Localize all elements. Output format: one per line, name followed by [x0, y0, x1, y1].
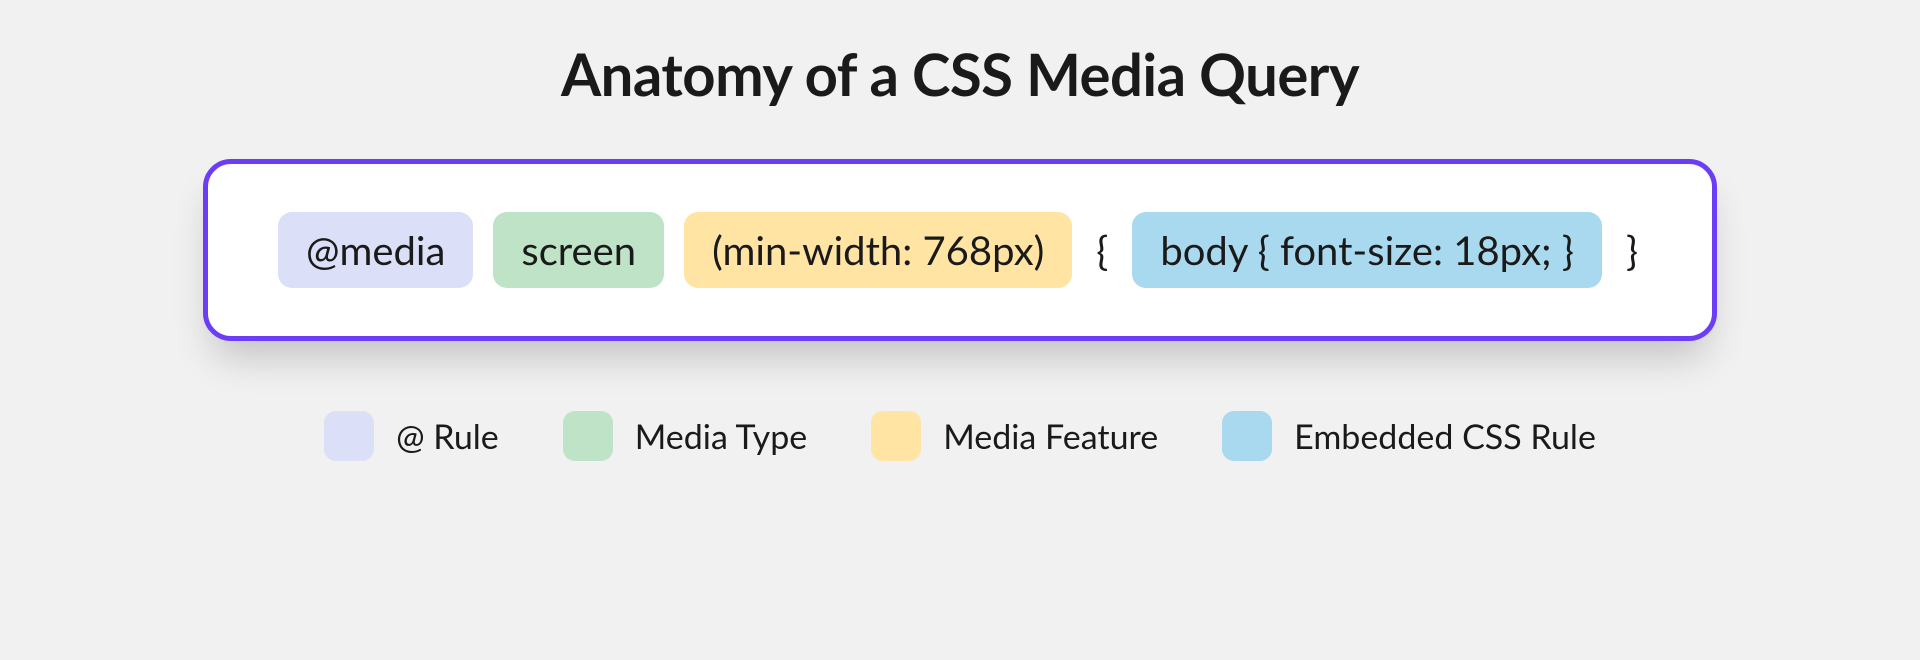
swatch-at-rule — [324, 411, 374, 461]
legend-label-media-feature: Media Feature — [943, 416, 1158, 457]
swatch-media-type — [563, 411, 613, 461]
legend: @ Rule Media Type Media Feature Embedded… — [324, 411, 1596, 461]
legend-label-at-rule: @ Rule — [396, 416, 499, 457]
legend-label-embedded-rule: Embedded CSS Rule — [1294, 416, 1596, 457]
legend-item-embedded-rule: Embedded CSS Rule — [1222, 411, 1596, 461]
swatch-media-feature — [871, 411, 921, 461]
swatch-embedded-rule — [1222, 411, 1272, 461]
segment-media-type: screen — [493, 212, 664, 288]
segment-media-feature: (min-width: 768px) — [684, 212, 1072, 288]
segment-embedded-rule: body { font-size: 18px; } — [1132, 212, 1602, 288]
brace-open: { — [1092, 226, 1112, 274]
legend-item-at-rule: @ Rule — [324, 411, 499, 461]
legend-label-media-type: Media Type — [635, 416, 807, 457]
code-box: @media screen (min-width: 768px) { body … — [203, 159, 1717, 341]
segment-at-rule: @media — [278, 212, 473, 288]
legend-item-media-feature: Media Feature — [871, 411, 1158, 461]
legend-item-media-type: Media Type — [563, 411, 807, 461]
diagram-container: Anatomy of a CSS Media Query @media scre… — [0, 40, 1920, 620]
brace-close: } — [1622, 226, 1642, 274]
diagram-title: Anatomy of a CSS Media Query — [561, 40, 1359, 109]
